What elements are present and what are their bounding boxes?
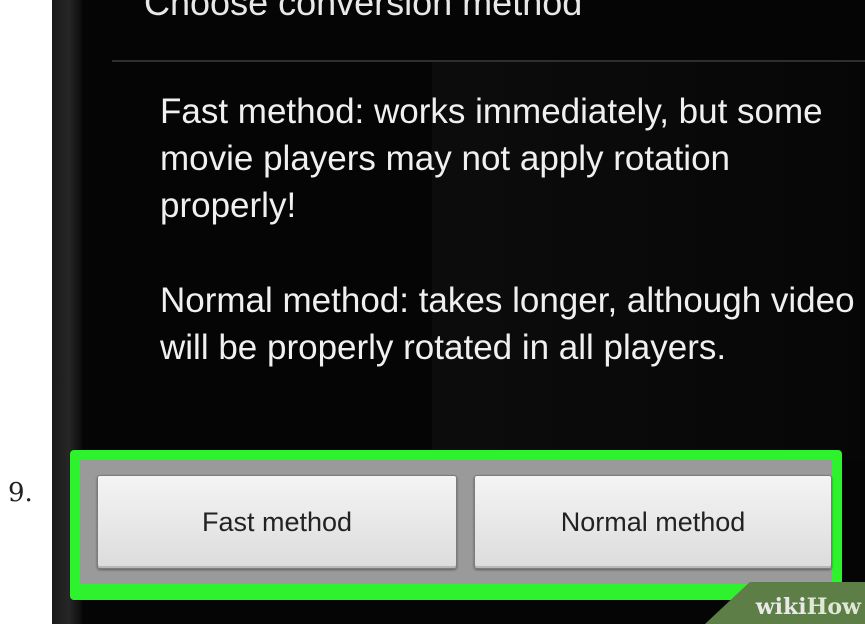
watermark-wiki: wiki — [755, 594, 807, 620]
title-divider — [112, 60, 865, 62]
normal-method-button[interactable]: Normal method — [474, 475, 832, 569]
watermark-how: How — [806, 594, 861, 620]
wikihow-logo-text: wikiHow — [756, 594, 861, 620]
normal-method-description: Normal method: takes longer, although vi… — [160, 281, 855, 367]
step-number: 9. — [8, 478, 33, 508]
dialog-message: Fast method: works immediately, but some… — [160, 88, 860, 419]
dialog-title: Choose conversion method — [144, 0, 583, 23]
fast-method-button[interactable]: Fast method — [97, 475, 457, 569]
fast-method-description: Fast method: works immediately, but some… — [160, 92, 823, 225]
